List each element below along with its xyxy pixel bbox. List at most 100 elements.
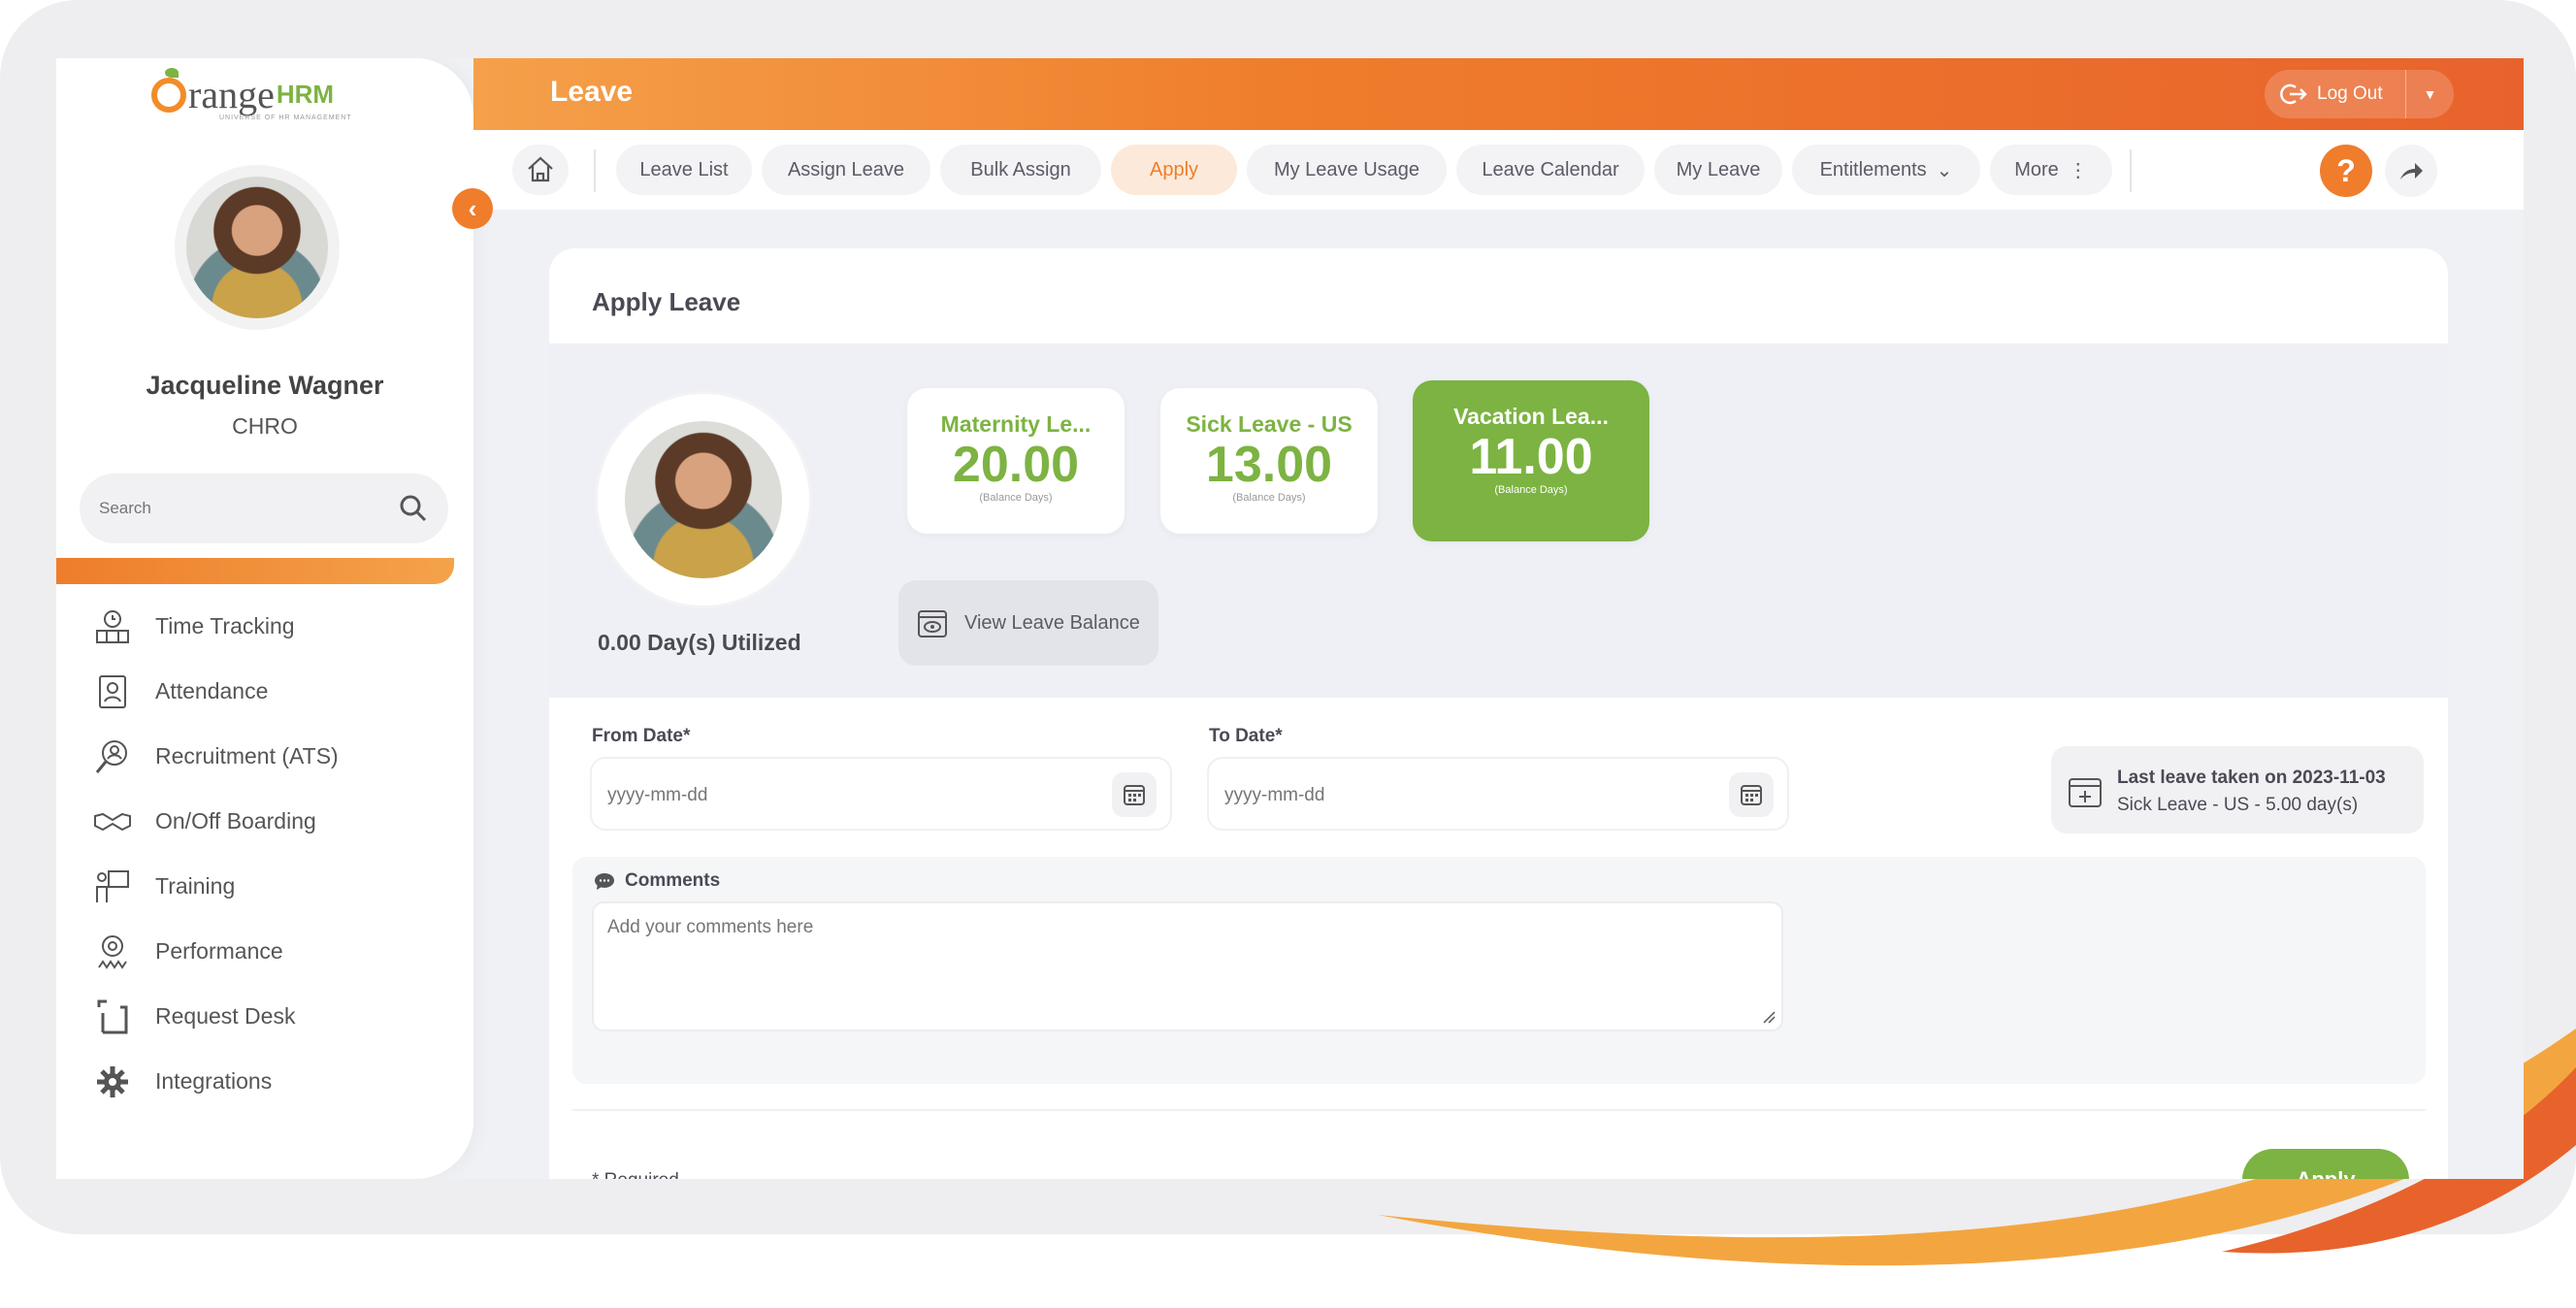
logo-tagline: UNIVERSE OF HR MANAGEMENT bbox=[219, 114, 352, 121]
sidebar-item-label: Attendance bbox=[155, 678, 269, 703]
divider bbox=[594, 149, 596, 192]
sidebar-item-recruitment[interactable]: Recruitment (ATS) bbox=[93, 724, 339, 789]
resize-handle-icon[interactable] bbox=[1762, 1010, 1776, 1024]
clock-people-icon bbox=[96, 609, 129, 643]
sidebar-item-training[interactable]: Training bbox=[93, 854, 339, 919]
badge-icon bbox=[99, 674, 126, 708]
orangehrm-logo[interactable]: range HRM UNIVERSE OF HR MANAGEMENT bbox=[151, 67, 351, 121]
leave-balance-section: 0.00 Day(s) Utilized Maternity Le... 20.… bbox=[549, 343, 2448, 698]
apply-button[interactable]: Apply bbox=[2242, 1149, 2409, 1179]
balance-card-vacation[interactable]: Vacation Lea... 11.00 (Balance Days) bbox=[1413, 380, 1649, 541]
from-date-field bbox=[590, 757, 1172, 831]
logo-text-hrm: HRM bbox=[276, 80, 335, 109]
app-window: range HRM UNIVERSE OF HR MANAGEMENT Jacq… bbox=[56, 58, 2524, 1179]
orange-logo-icon bbox=[151, 67, 186, 113]
comments-textarea[interactable] bbox=[607, 917, 1762, 1014]
to-date-input[interactable] bbox=[1224, 780, 1613, 811]
tab-bulk-assign[interactable]: Bulk Assign bbox=[940, 145, 1101, 195]
employee-avatar bbox=[598, 394, 809, 605]
tab-more[interactable]: More ⋮ bbox=[1990, 145, 2112, 195]
active-menu-indicator[interactable] bbox=[56, 558, 454, 584]
sidebar-item-label: Request Desk bbox=[155, 1003, 296, 1029]
page-module-title: Leave bbox=[550, 76, 634, 108]
home-icon bbox=[528, 156, 553, 182]
tab-more-label: More bbox=[2014, 158, 2059, 180]
sidebar-item-request-desk[interactable]: Request Desk bbox=[93, 984, 339, 1049]
award-icon bbox=[98, 934, 127, 969]
balance-value: 11.00 bbox=[1469, 429, 1593, 485]
sidebar-item-onboarding[interactable]: On/Off Boarding bbox=[93, 789, 339, 854]
sidebar-item-attendance[interactable]: Attendance bbox=[93, 659, 339, 724]
comments-box bbox=[592, 901, 1783, 1031]
avatar-photo bbox=[186, 177, 328, 318]
tab-leave-list[interactable]: Leave List bbox=[616, 145, 752, 195]
sidebar-item-integrations[interactable]: Integrations bbox=[93, 1049, 339, 1114]
tab-leave-calendar[interactable]: Leave Calendar bbox=[1456, 145, 1645, 195]
chevron-left-icon: ‹ bbox=[468, 193, 477, 223]
avatar-photo bbox=[625, 421, 782, 578]
from-date-calendar-button[interactable] bbox=[1112, 772, 1157, 817]
tab-my-leave[interactable]: My Leave bbox=[1654, 145, 1782, 195]
sidebar-item-label: Recruitment (ATS) bbox=[155, 743, 339, 768]
puzzle-gear-icon bbox=[97, 1065, 128, 1097]
balance-card-sick[interactable]: Sick Leave - US 13.00 (Balance Days) bbox=[1160, 388, 1378, 534]
divider bbox=[2130, 149, 2132, 192]
chevron-down-icon: ⌄ bbox=[1936, 159, 1953, 181]
utilized-days: 0.00 Day(s) Utilized bbox=[598, 630, 801, 655]
sidebar-item-label: Time Tracking bbox=[155, 613, 295, 638]
kebab-icon: ⋮ bbox=[2068, 159, 2088, 181]
tab-my-leave-usage[interactable]: My Leave Usage bbox=[1247, 145, 1447, 195]
handshake-icon bbox=[94, 812, 131, 831]
tab-apply[interactable]: Apply bbox=[1111, 145, 1237, 195]
page-title: Apply Leave bbox=[592, 287, 741, 316]
to-date-label: To Date* bbox=[1209, 726, 1283, 746]
sidebar-item-performance[interactable]: Performance bbox=[93, 919, 339, 984]
last-leave-info: Last leave taken on 2023-11-03 Sick Leav… bbox=[2051, 746, 2424, 834]
user-name: Jacqueline Wagner bbox=[146, 371, 384, 400]
help-button[interactable]: ? bbox=[2320, 145, 2372, 197]
last-leave-date: Last leave taken on 2023-11-03 bbox=[2117, 768, 2386, 788]
tab-entitlements[interactable]: Entitlements ⌄ bbox=[1792, 145, 1980, 195]
sidebar-item-time-tracking[interactable]: Time Tracking bbox=[93, 594, 339, 659]
balance-value: 13.00 bbox=[1205, 437, 1333, 493]
sidebar: range HRM UNIVERSE OF HR MANAGEMENT Jacq… bbox=[56, 58, 473, 1179]
balance-caption: (Balance Days) bbox=[979, 492, 1053, 504]
balance-card-maternity[interactable]: Maternity Le... 20.00 (Balance Days) bbox=[907, 388, 1125, 534]
balance-caption: (Balance Days) bbox=[1232, 492, 1306, 504]
tab-bar: Leave List Assign Leave Bulk Assign Appl… bbox=[473, 130, 2524, 210]
caret-down-icon[interactable]: ▼ bbox=[2405, 70, 2454, 118]
calendar-plus-icon bbox=[2069, 778, 2102, 807]
question-icon: ? bbox=[2336, 152, 2356, 188]
sidebar-item-label: Performance bbox=[155, 938, 283, 964]
to-date-calendar-button[interactable] bbox=[1729, 772, 1774, 817]
avatar[interactable] bbox=[175, 165, 340, 330]
home-button[interactable] bbox=[512, 145, 569, 195]
balance-name: Vacation Lea... bbox=[1453, 404, 1609, 429]
sidebar-item-label: Integrations bbox=[155, 1068, 273, 1094]
calendar-icon bbox=[1124, 785, 1145, 805]
tab-assign-leave[interactable]: Assign Leave bbox=[762, 145, 930, 195]
sidebar-item-label: On/Off Boarding bbox=[155, 808, 316, 834]
balance-name: Sick Leave - US bbox=[1186, 411, 1353, 437]
balance-caption: (Balance Days) bbox=[1494, 484, 1568, 496]
tab-entitlements-label: Entitlements bbox=[1819, 158, 1927, 180]
form-divider bbox=[572, 1109, 2426, 1111]
speech-bubble-icon bbox=[595, 873, 614, 890]
calendar-eye-icon bbox=[918, 610, 947, 638]
share-button[interactable] bbox=[2385, 145, 2437, 197]
logout-label: Log Out bbox=[2317, 83, 2383, 104]
logout-button[interactable]: Log Out ▼ bbox=[2265, 70, 2454, 118]
logout-icon bbox=[2280, 83, 2307, 105]
last-leave-detail: Sick Leave - US - 5.00 day(s) bbox=[2117, 795, 2359, 815]
user-role: CHRO bbox=[232, 413, 298, 439]
request-desk-icon bbox=[97, 999, 128, 1033]
from-date-input[interactable] bbox=[607, 780, 995, 811]
magnifier-person-icon bbox=[95, 739, 127, 773]
top-header: Leave Log Out ▼ bbox=[473, 58, 2524, 130]
comments-label-text: Comments bbox=[625, 870, 721, 891]
view-leave-balance-button[interactable]: View Leave Balance bbox=[898, 580, 1158, 666]
search-input[interactable] bbox=[99, 493, 390, 524]
search-icon[interactable] bbox=[396, 491, 431, 526]
apply-leave-card: Apply Leave 0.00 Day(s) Utilized Materni… bbox=[549, 248, 2448, 1179]
collapse-sidebar-button[interactable]: ‹ bbox=[452, 188, 493, 229]
